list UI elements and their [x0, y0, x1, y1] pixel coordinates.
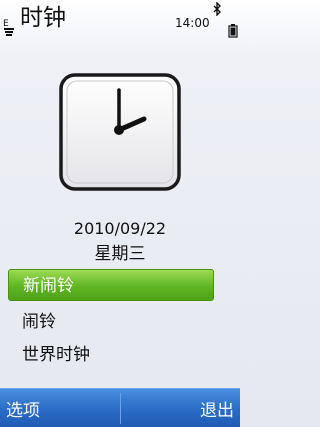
title-bar: E 时钟 14:00: [0, 0, 240, 40]
svg-text:E: E: [3, 19, 9, 29]
date-label: 2010/09/22: [73, 219, 167, 238]
exit-softkey[interactable]: 退出: [200, 396, 234, 421]
softkey-divider: [120, 393, 121, 424]
signal-strength-icon: E: [3, 19, 14, 36]
weekday-label: 星期三: [94, 244, 146, 264]
menu-item-alarms[interactable]: 闹铃: [8, 306, 214, 338]
menu-item-new-alarm[interactable]: 新闹铃: [8, 269, 214, 301]
app-title: 时钟: [20, 5, 66, 31]
softkey-bar: 选项 退出: [0, 388, 240, 427]
menu-item-world-clock[interactable]: 世界时钟: [8, 339, 214, 371]
options-softkey[interactable]: 选项: [6, 396, 40, 421]
analog-clock-icon: [59, 73, 181, 191]
battery-icon: [228, 24, 238, 38]
bluetooth-icon: [213, 2, 221, 16]
status-time: 14:00: [175, 16, 210, 30]
